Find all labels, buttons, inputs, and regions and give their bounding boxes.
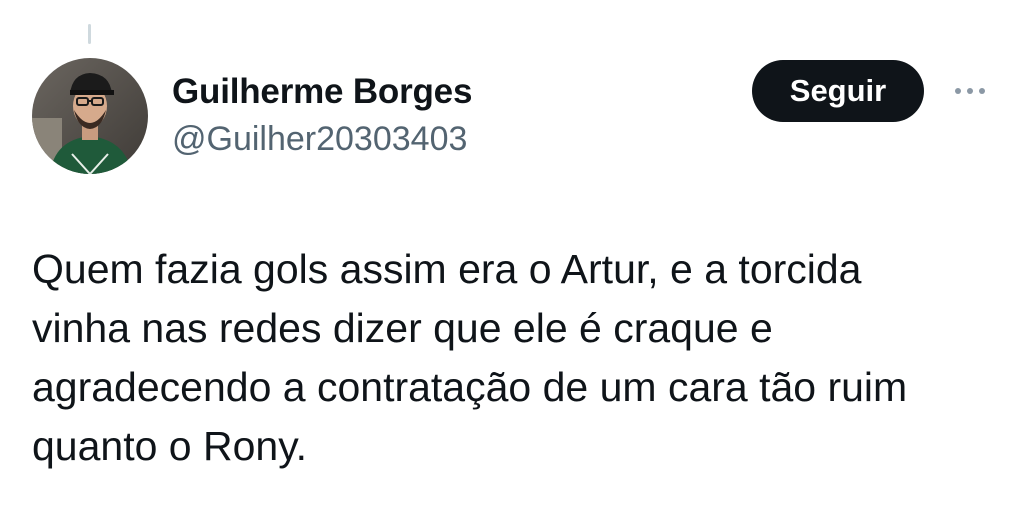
author-display-name[interactable]: Guilherme Borges <box>172 70 472 114</box>
author-handle[interactable]: @Guilher20303403 <box>172 117 467 161</box>
thread-connector-line <box>88 24 91 44</box>
more-options-button[interactable] <box>944 76 996 106</box>
tweet-text: Quem fazia gols assim era o Artur, e a t… <box>32 240 1012 476</box>
follow-button[interactable]: Seguir <box>752 60 924 122</box>
tweet-text-line: vinha nas redes dizer que ele é craque e <box>32 305 773 351</box>
more-horizontal-icon <box>955 88 985 94</box>
avatar-photo <box>32 58 148 174</box>
tweet-text-line: Quem fazia gols assim era o Artur, e a t… <box>32 246 862 292</box>
tweet-text-line: agradecendo a contratação de um cara tão… <box>32 364 908 410</box>
tweet-text-line: quanto o Rony. <box>32 423 308 469</box>
avatar[interactable] <box>32 58 148 174</box>
